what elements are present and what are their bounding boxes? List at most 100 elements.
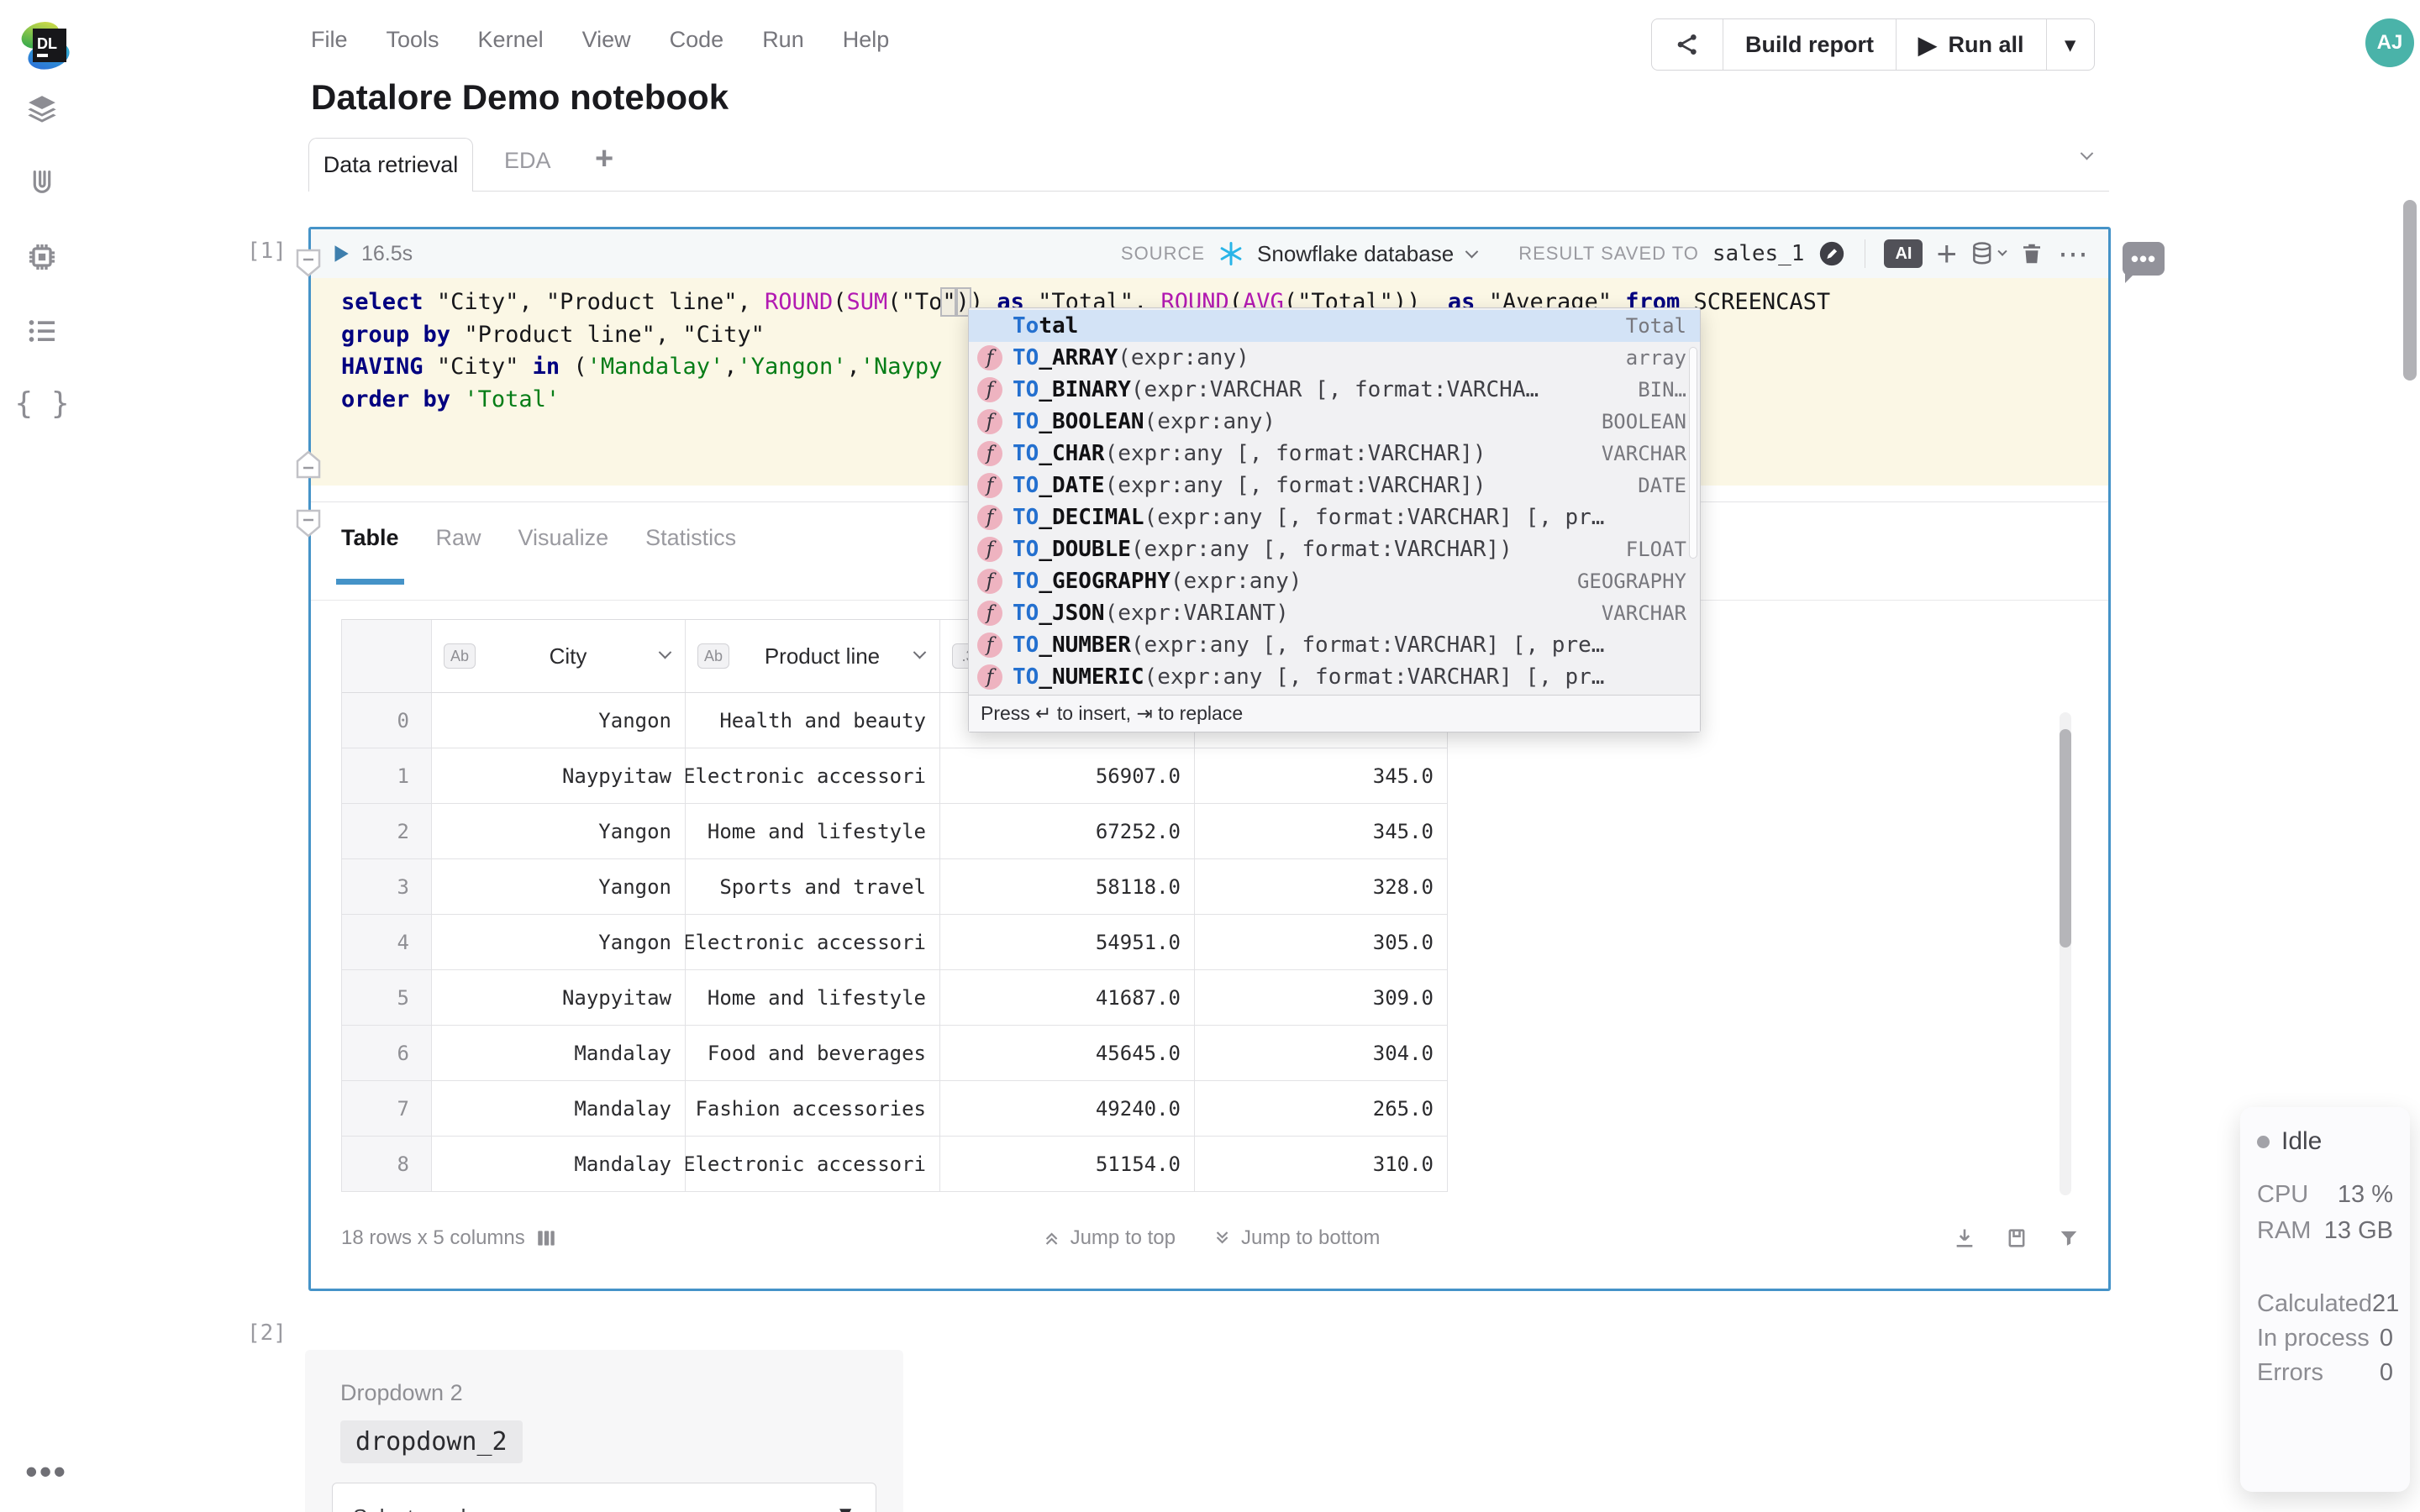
run-cell-button[interactable] [329, 243, 351, 265]
database-stack-icon[interactable] [1970, 241, 2006, 266]
column-header-product-line[interactable]: AbProduct line [686, 620, 940, 692]
variables-icon[interactable]: { } [24, 385, 60, 422]
collapse-header-icon[interactable] [2082, 150, 2091, 165]
run-all-button[interactable]: ▶ Run all [1897, 19, 2047, 70]
add-cell-icon[interactable]: + [1936, 234, 1957, 274]
attached-data-icon[interactable] [24, 165, 60, 202]
cell-runtime: 16.5s [361, 242, 413, 266]
add-tab-button[interactable]: + [595, 141, 613, 177]
autocomplete-item[interactable]: fTO_DATE(expr:any [, format:VARCHAR])DAT… [969, 470, 1700, 501]
columns-icon[interactable] [535, 1227, 557, 1249]
cpu-value: 13 % [2338, 1181, 2393, 1209]
table-row[interactable]: 6MandalayFood and beverages45645.0304.0 [342, 1026, 1447, 1081]
notebook-cell-2[interactable]: Dropdown 2 dropdown_2 Select a value ▼ [305, 1350, 903, 1512]
menu-item-file[interactable]: File [311, 27, 348, 53]
column-menu-icon[interactable] [915, 648, 924, 664]
row-index: 4 [342, 915, 432, 970]
more-icon[interactable]: ••• [25, 1452, 67, 1492]
autocomplete-scrollbar[interactable] [1689, 347, 1697, 559]
play-icon: ▶ [1918, 31, 1937, 59]
output-tab-statistics[interactable]: Statistics [645, 525, 736, 566]
table-row[interactable]: 7MandalayFashion accessories49240.0265.0 [342, 1081, 1447, 1137]
menu-item-code[interactable]: Code [670, 27, 724, 53]
suggestion-type: FLOAT [1626, 538, 1686, 561]
table-footer: 18 rows x 5 columns Jump to top Jump to … [341, 1217, 2081, 1259]
suggestion-signature: (expr:any [, format:VARCHAR] [, pre… [1131, 633, 1605, 658]
build-report-button[interactable]: Build report [1723, 19, 1897, 70]
tab-eda[interactable]: EDA [504, 148, 551, 174]
collapse-output-handle[interactable] [296, 509, 321, 538]
suggestion-name: TO_CHAR [1013, 441, 1105, 466]
autocomplete-item[interactable]: fTO_BOOLEAN(expr:any)BOOLEAN [969, 406, 1700, 438]
autocomplete-item[interactable]: TotalTotal [969, 310, 1700, 342]
autocomplete-hint: Press ↵ to insert, ⇥ to replace [969, 695, 1700, 732]
autocomplete-item[interactable]: fTO_DOUBLE(expr:any [, format:VARCHAR])F… [969, 533, 1700, 565]
table-row[interactable]: 5NaypyitawHome and lifestyle41687.0309.0 [342, 970, 1447, 1026]
table-scrollbar-track [2060, 712, 2071, 1195]
ai-assistant-button[interactable]: AI [1884, 239, 1923, 268]
source-chevron-icon[interactable] [1465, 244, 1479, 258]
comment-icon[interactable]: ••• [2123, 242, 2165, 276]
autocomplete-item[interactable]: fTO_GEOGRAPHY(expr:any)GEOGRAPHY [969, 565, 1700, 597]
delete-cell-icon[interactable] [2019, 241, 2044, 266]
function-icon: f [977, 441, 1002, 466]
tab-data-retrieval[interactable]: Data retrieval [308, 138, 473, 192]
table-row[interactable]: 4YangonElectronic accessori54951.0305.0 [342, 915, 1447, 970]
filter-icon[interactable] [2057, 1226, 2081, 1250]
autocomplete-item[interactable]: fTO_NUMERIC(expr:any [, format:VARCHAR] … [969, 661, 1700, 693]
row-index: 6 [342, 1026, 432, 1081]
autocomplete-item[interactable]: fTO_BINARY(expr:VARCHAR [, format:VARCHA… [969, 374, 1700, 406]
cell-more-icon[interactable]: ⋯ [2058, 236, 2090, 271]
run-options-button[interactable]: ▾ [2047, 19, 2094, 70]
outline-icon[interactable] [24, 312, 60, 349]
export-icon[interactable] [1953, 1226, 1976, 1250]
jump-to-bottom-link[interactable]: Jump to bottom [1213, 1226, 1380, 1250]
function-icon: f [977, 345, 1002, 370]
avatar[interactable]: AJ [2365, 18, 2414, 67]
menu-item-view[interactable]: View [582, 27, 631, 53]
environment-icon[interactable] [24, 239, 60, 276]
result-table-name[interactable]: sales_1 [1712, 241, 1805, 266]
table-row[interactable]: 2YangonHome and lifestyle67252.0345.0 [342, 804, 1447, 859]
table-cell: Health and beauty [686, 693, 940, 748]
output-tab-table[interactable]: Table [341, 525, 399, 566]
collapse-code-handle[interactable] [296, 249, 321, 277]
suggestion-name: TO_NUMBER [1013, 633, 1131, 658]
layers-icon[interactable] [24, 91, 60, 128]
function-icon: f [977, 633, 1002, 658]
dropdown-select[interactable]: Select a value ▼ [332, 1483, 876, 1512]
menu-item-help[interactable]: Help [843, 27, 890, 53]
edit-result-icon[interactable] [1818, 239, 1846, 268]
menu-item-tools[interactable]: Tools [387, 27, 439, 53]
autocomplete-item[interactable]: fTO_CHAR(expr:any [, format:VARCHAR])VAR… [969, 438, 1700, 470]
source-selector[interactable]: Snowflake database [1257, 241, 1454, 267]
run-all-label: Run all [1949, 32, 2024, 58]
column-header-city[interactable]: AbCity [432, 620, 686, 692]
function-icon: f [977, 409, 1002, 434]
collapse-code-bottom-handle[interactable] [296, 450, 321, 479]
output-tab-visualize[interactable]: Visualize [518, 525, 609, 566]
function-icon: f [977, 537, 1002, 562]
column-menu-icon[interactable] [660, 648, 670, 664]
autocomplete-item[interactable]: fTO_ARRAY(expr:any)array [969, 342, 1700, 374]
table-scrollbar-thumb[interactable] [2060, 729, 2071, 948]
row-index: 7 [342, 1081, 432, 1137]
table-row[interactable]: 1NaypyitawElectronic accessori56907.0345… [342, 748, 1447, 804]
table-cell: 265.0 [1195, 1081, 1448, 1137]
page-scrollbar-thumb[interactable] [2403, 200, 2417, 381]
autocomplete-item[interactable]: fTO_JSON(expr:VARIANT)VARCHAR [969, 597, 1700, 629]
table-row[interactable]: 8MandalayElectronic accessori51154.0310.… [342, 1137, 1447, 1192]
share-button[interactable] [1652, 19, 1723, 70]
autocomplete-item[interactable]: fTO_DECIMAL(expr:any [, format:VARCHAR] … [969, 501, 1700, 533]
jump-to-top-link[interactable]: Jump to top [1042, 1226, 1176, 1250]
suggestion-type: Total [1626, 314, 1686, 338]
menu-item-run[interactable]: Run [762, 27, 804, 53]
output-tab-raw[interactable]: Raw [436, 525, 481, 566]
table-row[interactable]: 3YangonSports and travel58118.0328.0 [342, 859, 1447, 915]
datalore-logo[interactable]: DL [18, 18, 72, 72]
table-cell: Electronic accessori [686, 1137, 940, 1192]
autocomplete-item[interactable]: f TO_NUMBER(expr:any [, format:VARCHAR] [… [969, 629, 1700, 661]
menu-item-kernel[interactable]: Kernel [478, 27, 544, 53]
save-result-icon[interactable] [2005, 1226, 2028, 1250]
share-icon [1674, 31, 1701, 58]
